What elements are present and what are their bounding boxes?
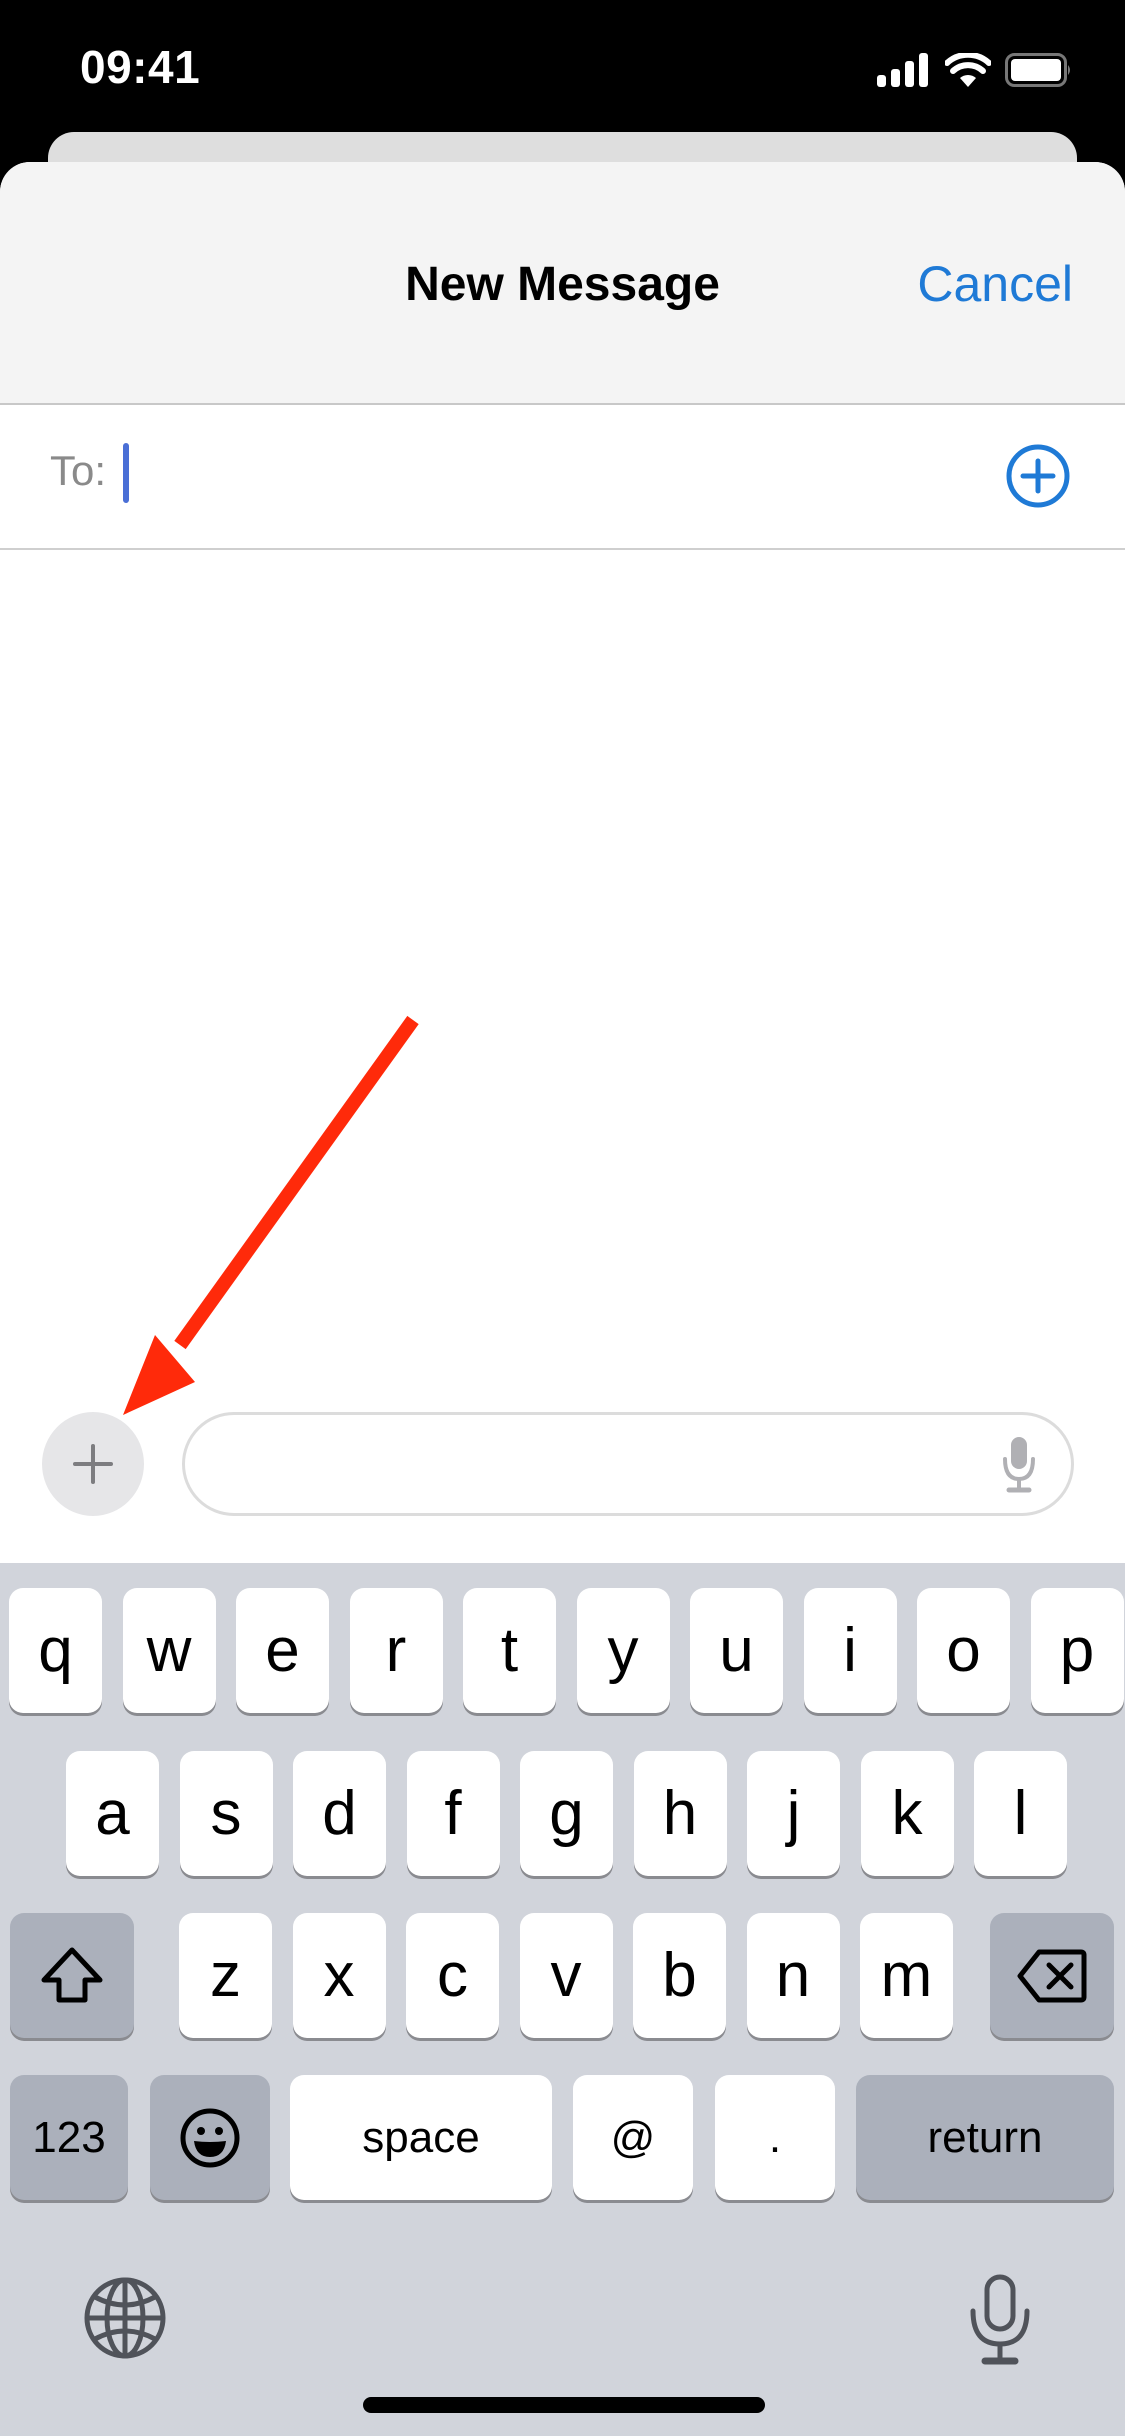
cellular-signal-icon — [877, 53, 928, 87]
text-caret — [123, 443, 129, 503]
emoji-key[interactable] — [150, 2075, 270, 2200]
key-label: c — [437, 1940, 468, 2010]
key-label: g — [549, 1778, 584, 1848]
key-label: i — [843, 1615, 857, 1685]
add-contact-button[interactable] — [1005, 443, 1071, 509]
key-label: n — [775, 1940, 811, 2010]
at-key[interactable]: @ — [573, 2075, 693, 2200]
key-label: k — [891, 1778, 923, 1848]
key-label: l — [1013, 1778, 1028, 1848]
key-label: 123 — [32, 2112, 106, 2162]
status-icons — [877, 50, 1073, 90]
key-label: p — [1059, 1615, 1095, 1685]
period-key[interactable]: . — [715, 2075, 835, 2200]
key-e[interactable]: e — [236, 1588, 329, 1713]
key-g[interactable]: g — [520, 1751, 613, 1876]
wifi-icon — [945, 53, 991, 87]
key-w[interactable]: w — [122, 1588, 216, 1713]
delete-key[interactable] — [990, 1913, 1114, 2038]
key-label: return — [927, 2112, 1043, 2162]
key-j[interactable]: j — [747, 1751, 840, 1876]
key-m[interactable]: m — [860, 1913, 953, 2038]
key-label: space — [362, 2112, 480, 2162]
key-label: r — [385, 1615, 407, 1685]
key-h[interactable]: h — [633, 1751, 727, 1876]
shift-key[interactable] — [10, 1913, 134, 2038]
key-b[interactable]: b — [633, 1913, 726, 2038]
key-label: q — [38, 1615, 73, 1685]
plus-circle-icon — [1006, 444, 1070, 508]
key-f[interactable]: f — [406, 1751, 500, 1876]
key-label: . — [768, 2112, 782, 2162]
return-key[interactable]: return — [856, 2075, 1114, 2200]
key-o[interactable]: o — [917, 1588, 1010, 1713]
message-field[interactable] — [182, 1412, 1074, 1516]
battery-icon — [1005, 53, 1070, 87]
home-indicator[interactable] — [363, 2397, 765, 2413]
microphone-icon — [970, 2274, 1030, 2365]
key-label: z — [210, 1940, 241, 2010]
key-l[interactable]: l — [974, 1751, 1067, 1876]
space-key[interactable]: space — [290, 2075, 552, 2200]
dictation-button[interactable] — [999, 1435, 1039, 1495]
key-u[interactable]: u — [690, 1588, 783, 1713]
key-label: j — [786, 1778, 801, 1848]
key-s[interactable]: s — [179, 1751, 273, 1876]
key-x[interactable]: x — [292, 1913, 386, 2038]
key-label: a — [95, 1778, 130, 1848]
key-r[interactable]: r — [349, 1588, 443, 1713]
plus-icon — [73, 1444, 113, 1484]
recipient-row: To: — [0, 405, 1125, 550]
key-label: e — [265, 1615, 300, 1685]
key-label: w — [146, 1615, 192, 1685]
key-label: o — [946, 1615, 981, 1685]
key-q[interactable]: q — [9, 1588, 102, 1713]
key-label: m — [880, 1940, 933, 2010]
key-label: h — [662, 1778, 698, 1848]
key-label: s — [210, 1778, 242, 1848]
key-i[interactable]: i — [803, 1588, 897, 1713]
key-label: b — [662, 1940, 697, 2010]
status-time: 09:41 — [80, 41, 201, 93]
status-bar: 09:41 — [0, 0, 1125, 140]
key-k[interactable]: k — [860, 1751, 954, 1876]
key-label: u — [719, 1615, 754, 1685]
recipient-input[interactable] — [120, 435, 974, 517]
to-label: To: — [50, 447, 107, 494]
key-label: @ — [610, 2112, 656, 2162]
microphone-icon — [1003, 1437, 1035, 1493]
key-label: x — [323, 1940, 355, 2010]
key-c[interactable]: c — [406, 1913, 499, 2038]
globe-icon — [84, 2277, 166, 2359]
numbers-key[interactable]: 123 — [10, 2075, 128, 2200]
key-label: v — [550, 1940, 582, 2010]
key-y[interactable]: y — [576, 1588, 670, 1713]
keyboard: q w e r t y u i o p a s d f g h j k l z x c v b n m 123 space @. retu… — [0, 1563, 1125, 2436]
keyboard-dictation-button[interactable] — [965, 2269, 1035, 2369]
key-n[interactable]: n — [746, 1913, 840, 2038]
key-label: t — [500, 1615, 519, 1685]
backspace-icon — [1017, 1949, 1087, 2002]
attach-button[interactable] — [42, 1412, 144, 1516]
key-label: y — [607, 1615, 639, 1685]
cancel-button[interactable]: Cancel — [917, 255, 1073, 313]
message-input[interactable] — [225, 1433, 989, 1495]
globe-button[interactable] — [82, 2275, 168, 2361]
key-label: f — [444, 1778, 462, 1848]
key-a[interactable]: a — [66, 1751, 159, 1876]
key-p[interactable]: p — [1030, 1588, 1124, 1713]
key-t[interactable]: t — [463, 1588, 556, 1713]
nav-header: New Message Cancel — [0, 162, 1125, 405]
key-v[interactable]: v — [519, 1913, 613, 2038]
key-d[interactable]: d — [293, 1751, 386, 1876]
emoji-icon — [180, 2108, 240, 2167]
key-label: d — [322, 1778, 357, 1848]
shift-icon — [41, 1947, 103, 2002]
key-z[interactable]: z — [179, 1913, 272, 2038]
